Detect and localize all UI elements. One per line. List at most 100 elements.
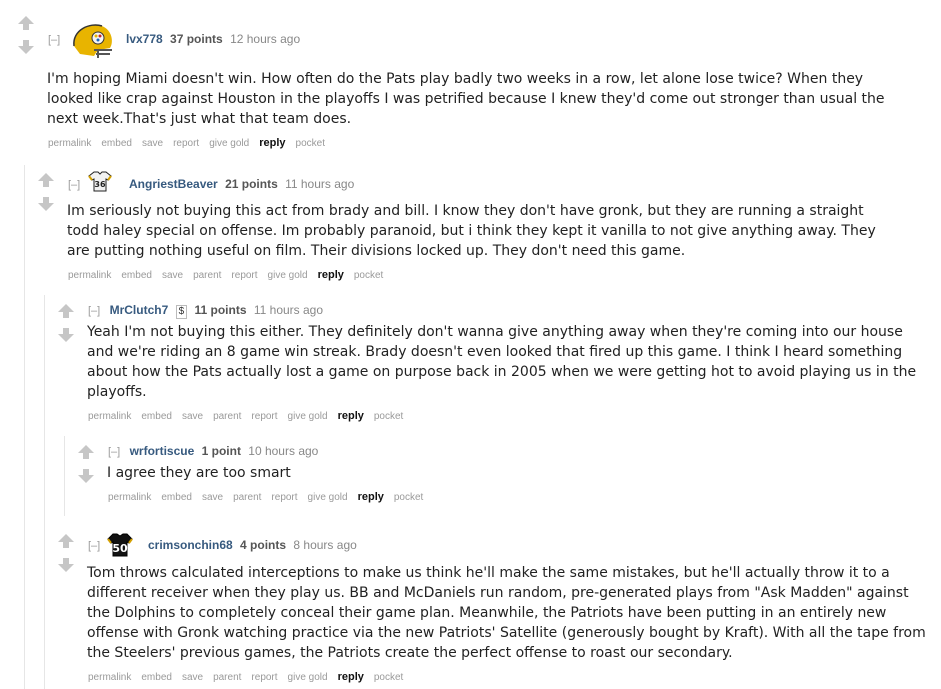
comment-tagline: [–] wrfortiscue 1 point 10 hours ago bbox=[108, 444, 318, 459]
reply-link[interactable]: reply bbox=[318, 269, 344, 281]
comment-tagline: [–] MrClutch7 $ 11 points 11 hours ago bbox=[88, 303, 323, 319]
comment-author[interactable]: wrfortiscue bbox=[130, 444, 195, 458]
pocket-link[interactable]: pocket bbox=[296, 138, 325, 149]
permalink-link[interactable]: permalink bbox=[48, 138, 91, 149]
comment-actions: permalink embed save parent report give gold r… bbox=[68, 269, 393, 281]
report-link[interactable]: report bbox=[173, 138, 199, 149]
pocket-link[interactable]: pocket bbox=[354, 270, 383, 281]
embed-link[interactable]: embed bbox=[121, 270, 152, 281]
comment-body: Yeah I'm not buying this either. They de… bbox=[87, 324, 917, 400]
save-link[interactable]: save bbox=[182, 411, 203, 422]
comment-actions: permalink embed save parent report give gold r… bbox=[88, 410, 413, 422]
comment-time: 10 hours ago bbox=[248, 444, 319, 458]
collapse-toggle[interactable]: [–] bbox=[108, 446, 120, 458]
permalink-link[interactable]: permalink bbox=[68, 270, 111, 281]
comment-body: I agree they are too smart bbox=[107, 465, 291, 481]
comment-body: I'm hoping Miami doesn't win. How often … bbox=[47, 71, 885, 127]
collapse-toggle[interactable]: [–] bbox=[48, 34, 60, 46]
upvote-arrow-icon[interactable] bbox=[77, 444, 95, 460]
comment-time: 11 hours ago bbox=[285, 177, 355, 191]
comment-actions: permalink embed save parent report give gold r… bbox=[88, 671, 413, 683]
comment-meta: lvx778 37 points 12 hours ago bbox=[126, 32, 300, 46]
embed-link[interactable]: embed bbox=[141, 672, 172, 683]
comment-meta: AngriestBeaver 21 points 11 hours ago bbox=[129, 177, 354, 191]
thread-line bbox=[44, 295, 45, 689]
collapse-toggle[interactable]: [–] bbox=[88, 540, 100, 552]
comment-score: 37 points bbox=[170, 32, 223, 46]
report-link[interactable]: report bbox=[251, 672, 277, 683]
comment-score: 1 point bbox=[201, 444, 241, 458]
save-link[interactable]: save bbox=[162, 270, 183, 281]
save-link[interactable]: save bbox=[142, 138, 163, 149]
comment-body: Tom throws calculated interceptions to m… bbox=[87, 565, 926, 661]
upvote-arrow-icon[interactable] bbox=[57, 533, 75, 549]
vote-column bbox=[77, 444, 95, 484]
give-gold-link[interactable]: give gold bbox=[268, 270, 308, 281]
upvote-arrow-icon[interactable] bbox=[37, 172, 55, 188]
vote-column bbox=[57, 303, 75, 343]
give-gold-link[interactable]: give gold bbox=[209, 138, 249, 149]
upvote-arrow-icon[interactable] bbox=[57, 303, 75, 319]
give-gold-link[interactable]: give gold bbox=[288, 411, 328, 422]
report-link[interactable]: report bbox=[271, 492, 297, 503]
comment-score: 21 points bbox=[225, 177, 278, 191]
report-link[interactable]: report bbox=[251, 411, 277, 422]
pocket-link[interactable]: pocket bbox=[374, 672, 403, 683]
collapse-toggle[interactable]: [–] bbox=[88, 305, 100, 317]
comment-score: 11 points bbox=[194, 303, 247, 317]
parent-link[interactable]: parent bbox=[193, 270, 221, 281]
comment-author[interactable]: MrClutch7 bbox=[110, 303, 169, 317]
parent-link[interactable]: parent bbox=[233, 492, 261, 503]
parent-link[interactable]: parent bbox=[213, 672, 241, 683]
report-link[interactable]: report bbox=[231, 270, 257, 281]
comment-tagline: [–] bbox=[88, 538, 106, 553]
collapse-toggle[interactable]: [–] bbox=[68, 179, 80, 191]
comment-time: 11 hours ago bbox=[253, 303, 324, 317]
upvote-arrow-icon[interactable] bbox=[17, 15, 35, 31]
downvote-arrow-icon[interactable] bbox=[17, 39, 35, 55]
downvote-arrow-icon[interactable] bbox=[77, 468, 95, 484]
reply-link[interactable]: reply bbox=[358, 491, 384, 503]
embed-link[interactable]: embed bbox=[141, 411, 172, 422]
pocket-link[interactable]: pocket bbox=[394, 492, 423, 503]
embed-link[interactable]: embed bbox=[101, 138, 132, 149]
give-gold-link[interactable]: give gold bbox=[308, 492, 348, 503]
comment-tagline: [–] bbox=[68, 177, 86, 192]
thread-line bbox=[64, 436, 65, 516]
parent-link[interactable]: parent bbox=[213, 411, 241, 422]
steelers-helmet-icon bbox=[68, 20, 116, 64]
downvote-arrow-icon[interactable] bbox=[37, 196, 55, 212]
comment-time: 8 hours ago bbox=[293, 538, 357, 552]
comment-meta: crimsonchin68 4 points 8 hours ago bbox=[148, 538, 357, 552]
reply-link[interactable]: reply bbox=[338, 410, 364, 422]
save-link[interactable]: save bbox=[182, 672, 203, 683]
embed-link[interactable]: embed bbox=[161, 492, 192, 503]
permalink-link[interactable]: permalink bbox=[88, 411, 131, 422]
comment-author[interactable]: AngriestBeaver bbox=[129, 177, 218, 191]
comment-body: Im seriously not buying this act from br… bbox=[67, 203, 876, 259]
permalink-link[interactable]: permalink bbox=[108, 492, 151, 503]
user-flair: $ bbox=[175, 305, 188, 319]
jersey-36-icon: 36 bbox=[88, 170, 112, 196]
comment-author[interactable]: crimsonchin68 bbox=[148, 538, 233, 552]
comment-score: 4 points bbox=[240, 538, 287, 552]
jersey-number: 36 bbox=[94, 180, 106, 189]
comment-tagline: [–] bbox=[48, 32, 66, 47]
downvote-arrow-icon[interactable] bbox=[57, 557, 75, 573]
vote-column bbox=[57, 533, 75, 573]
comment-actions: permalink embed save report give gold reply po… bbox=[48, 137, 335, 149]
reply-link[interactable]: reply bbox=[338, 671, 364, 683]
jersey-number: 50 bbox=[112, 542, 128, 555]
comment-author[interactable]: lvx778 bbox=[126, 32, 163, 46]
vote-column bbox=[17, 15, 35, 55]
jersey-50-icon: 50 bbox=[107, 533, 133, 561]
permalink-link[interactable]: permalink bbox=[88, 672, 131, 683]
downvote-arrow-icon[interactable] bbox=[57, 327, 75, 343]
comment-time: 12 hours ago bbox=[230, 32, 301, 46]
pocket-link[interactable]: pocket bbox=[374, 411, 403, 422]
comment-actions: permalink embed save parent report give gold r… bbox=[108, 491, 433, 503]
save-link[interactable]: save bbox=[202, 492, 223, 503]
vote-column bbox=[37, 172, 55, 212]
reply-link[interactable]: reply bbox=[259, 137, 285, 149]
give-gold-link[interactable]: give gold bbox=[288, 672, 328, 683]
